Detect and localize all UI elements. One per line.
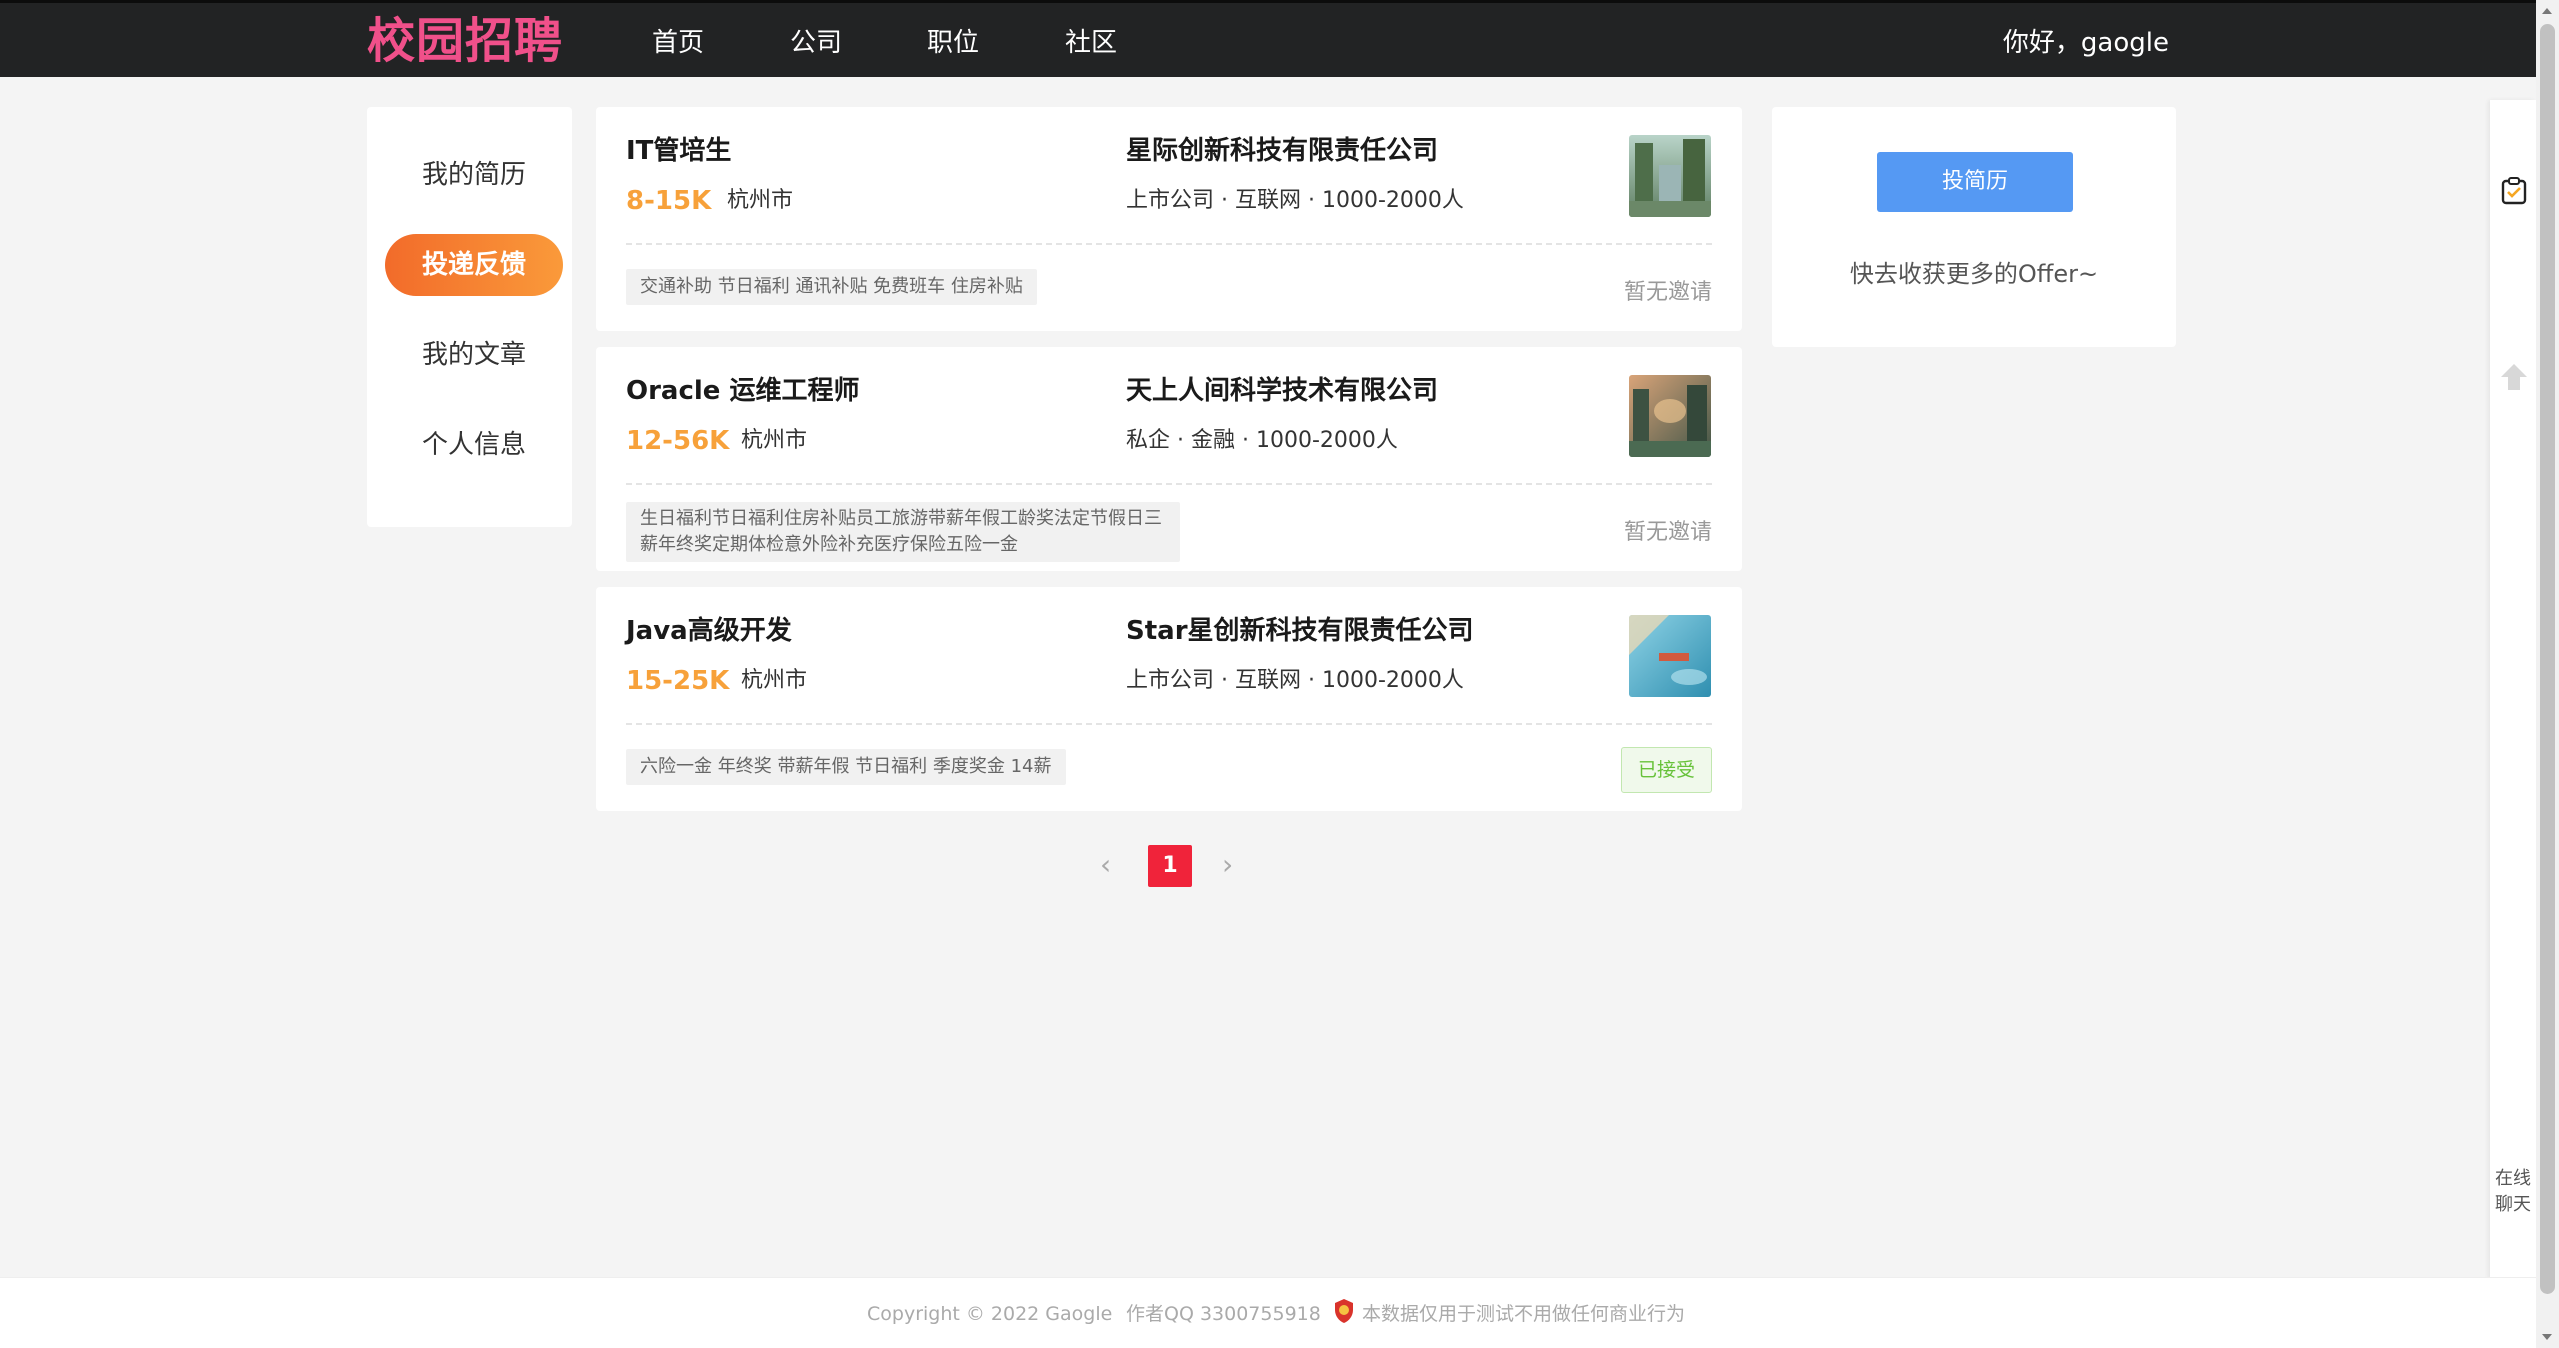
scrollbar-thumb[interactable] — [2540, 24, 2555, 1294]
benefit-tags: 六险一金 年终奖 带薪年假 节日福利 季度奖金 14薪 — [626, 749, 1066, 785]
user-center-menu: 我的简历 投递反馈 我的文章 个人信息 — [367, 107, 572, 527]
company-logo[interactable] — [1629, 135, 1711, 217]
top-navbar: 校园招聘 首页 公司 职位 社区 你好，gaogle — [0, 0, 2536, 77]
status-badge: 暂无邀请 — [1623, 280, 1712, 305]
benefit-tags: 交通补助 节日福利 通讯补贴 免费班车 住房补贴 — [626, 269, 1037, 305]
pagination-page-1[interactable]: 1 — [1148, 845, 1192, 887]
menu-item-my-resume[interactable]: 我的简历 — [385, 144, 563, 206]
pagination-next-button[interactable]: › — [1222, 845, 1233, 885]
application-card[interactable]: Java高级开发 15-25K 杭州市 Star星创新科技有限责任公司 上市公司… — [596, 587, 1742, 811]
page-scrollbar[interactable] — [2536, 0, 2559, 1348]
application-card[interactable]: Oracle 运维工程师 12-56K 杭州市 天上人间科学技术有限公司 私企 … — [596, 347, 1742, 571]
footer-copyright: Copyright © 2022 Gaogle — [867, 1303, 1113, 1325]
footer-disclaimer: 本数据仅用于测试不用做任何商业行为 — [1362, 1303, 1686, 1325]
nav-company[interactable]: 公司 — [790, 25, 842, 61]
company-name[interactable]: 天上人间科学技术有限公司 — [1126, 373, 1438, 409]
company-info: 私企 · 金融 · 1000-2000人 — [1126, 428, 1398, 453]
company-logo[interactable] — [1629, 615, 1711, 697]
job-title[interactable]: Oracle 运维工程师 — [626, 373, 859, 409]
company-info: 上市公司 · 互联网 · 1000-2000人 — [1126, 188, 1464, 213]
online-chat-label-1: 在线 — [2495, 1168, 2531, 1189]
clipboard-check-icon[interactable] — [2499, 176, 2529, 206]
company-info: 上市公司 · 互联网 · 1000-2000人 — [1126, 668, 1464, 693]
back-to-top-icon[interactable] — [2499, 362, 2529, 392]
menu-item-personal-info[interactable]: 个人信息 — [385, 414, 563, 476]
job-salary: 12-56K — [626, 426, 730, 456]
footer-author-qq: 作者QQ 3300755918 — [1126, 1303, 1321, 1325]
menu-item-my-articles[interactable]: 我的文章 — [385, 324, 563, 386]
online-chat-label-2: 聊天 — [2495, 1194, 2531, 1215]
job-city: 杭州市 — [741, 668, 808, 693]
card-divider — [626, 243, 1712, 245]
status-badge: 已接受 — [1620, 747, 1712, 793]
nav-jobs[interactable]: 职位 — [927, 25, 979, 61]
job-salary: 15-25K — [626, 666, 730, 696]
job-city: 杭州市 — [741, 428, 808, 453]
scroll-down-arrow-icon[interactable] — [2542, 1334, 2552, 1340]
nav-community[interactable]: 社区 — [1065, 25, 1117, 61]
menu-item-application-feedback[interactable]: 投递反馈 — [385, 234, 563, 296]
benefit-tags: 生日福利节日福利住房补贴员工旅游带薪年假工龄奖法定节假日三薪年终奖定期体检意外险… — [626, 502, 1180, 562]
submit-resume-button[interactable]: 投简历 — [1877, 152, 2073, 212]
floating-toolbar: 在线 聊天 — [2490, 100, 2536, 1280]
company-name[interactable]: Star星创新科技有限责任公司 — [1126, 613, 1474, 649]
job-salary: 8-15K — [626, 186, 712, 216]
job-city: 杭州市 — [727, 188, 794, 213]
police-badge-icon — [1333, 1298, 1355, 1332]
quick-apply-panel: 投简历 快去收获更多的Offer~ — [1772, 107, 2176, 347]
job-title[interactable]: IT管培生 — [626, 133, 731, 169]
job-title[interactable]: Java高级开发 — [626, 613, 792, 649]
status-badge: 暂无邀请 — [1623, 520, 1712, 545]
online-chat-button[interactable]: 在线 聊天 — [2490, 1166, 2536, 1218]
scroll-up-arrow-icon[interactable] — [2542, 8, 2552, 14]
company-logo[interactable] — [1629, 375, 1711, 457]
offer-tip-text: 快去收获更多的Offer~ — [1849, 260, 2099, 288]
page-footer: Copyright © 2022 Gaogle 作者QQ 3300755918 … — [0, 1277, 2536, 1348]
application-card[interactable]: IT管培生 8-15K 杭州市 星际创新科技有限责任公司 上市公司 · 互联网 … — [596, 107, 1742, 331]
nav-home[interactable]: 首页 — [652, 25, 704, 61]
card-divider — [626, 723, 1712, 725]
site-logo[interactable]: 校园招聘 — [367, 11, 563, 71]
user-greeting[interactable]: 你好，gaogle — [2003, 25, 2169, 61]
pagination-prev-button[interactable]: ‹ — [1100, 845, 1111, 885]
company-name[interactable]: 星际创新科技有限责任公司 — [1126, 133, 1438, 169]
card-divider — [626, 483, 1712, 485]
